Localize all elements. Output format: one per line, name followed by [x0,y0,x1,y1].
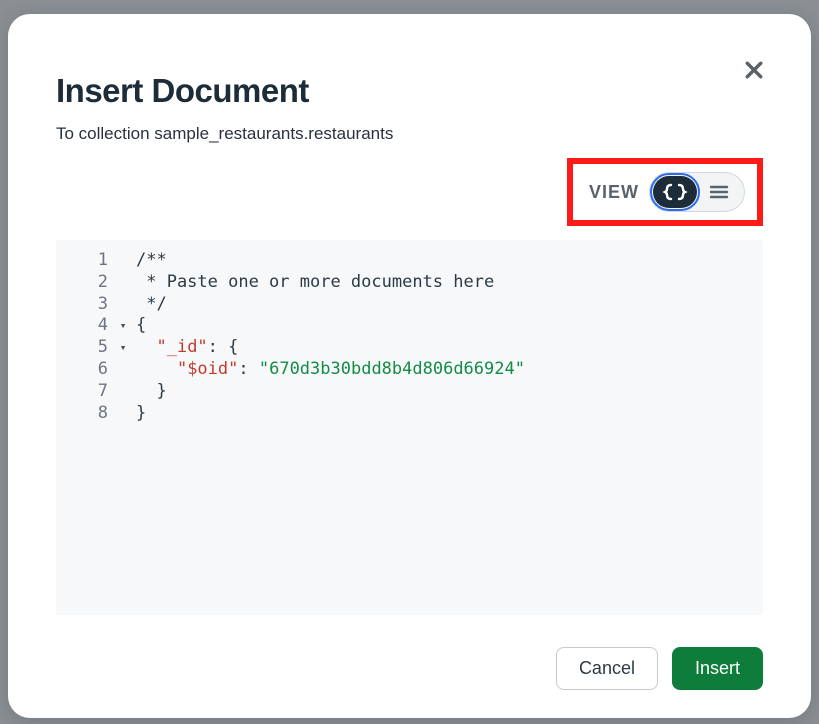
fold-toggle[interactable]: ▾ [114,315,132,337]
code-content[interactable]: "$oid": "670d3b30bdd8b4d806d66924" [132,359,763,381]
view-toggle-highlight: VIEW [567,158,763,226]
line-number: 8 [56,403,114,425]
view-toggle-group [649,172,745,212]
line-number: 5 [56,337,114,359]
code-content[interactable]: /** [132,250,763,272]
view-toggle-row: VIEW [56,158,763,226]
editor-line: 7 } [56,381,763,403]
json-editor[interactable]: 1/**2 * Paste one or more documents here… [56,240,763,615]
modal-subtitle: To collection sample_restaurants.restaur… [56,124,763,144]
line-number: 6 [56,359,114,381]
code-content[interactable]: } [132,403,763,425]
editor-line: 1 /** [56,250,763,272]
insert-button[interactable]: Insert [672,647,763,690]
modal-footer: Cancel Insert [56,647,763,690]
code-content[interactable]: } [132,381,763,403]
editor-line: 5▾ "_id": { [56,337,763,359]
braces-icon [662,183,688,201]
view-list-button[interactable] [697,176,741,208]
close-icon [745,61,763,79]
view-label: VIEW [589,182,639,203]
line-number: 7 [56,381,114,403]
insert-document-modal: Insert Document To collection sample_res… [8,14,811,718]
view-json-button[interactable] [653,176,697,208]
list-icon [708,184,730,200]
editor-line: 4▾{ [56,315,763,337]
line-number: 1 [56,250,114,272]
line-number: 2 [56,272,114,294]
modal-title: Insert Document [56,72,763,110]
code-content[interactable]: "_id": { [132,337,763,359]
code-content[interactable]: * Paste one or more documents here [132,272,763,294]
editor-line: 2 * Paste one or more documents here [56,272,763,294]
line-number: 4 [56,315,114,337]
editor-line: 6 "$oid": "670d3b30bdd8b4d806d66924" [56,359,763,381]
close-button[interactable] [741,58,767,84]
cancel-button[interactable]: Cancel [556,647,658,690]
fold-toggle[interactable]: ▾ [114,337,132,359]
editor-line: 3 */ [56,294,763,316]
code-content[interactable]: */ [132,294,763,316]
editor-line: 8} [56,403,763,425]
line-number: 3 [56,294,114,316]
code-content[interactable]: { [132,315,763,337]
